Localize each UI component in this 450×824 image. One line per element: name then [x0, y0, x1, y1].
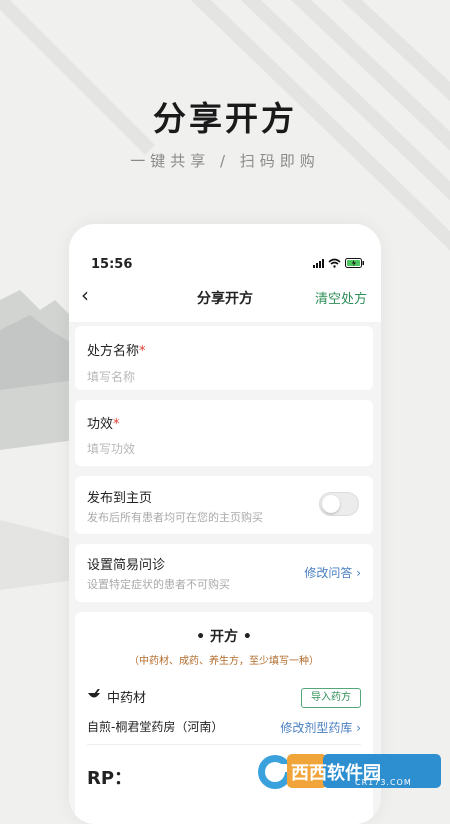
rp-label: RP： — [87, 768, 133, 789]
chevron-right-icon: › — [356, 566, 361, 580]
status-time: 15:56 — [91, 257, 133, 272]
modify-consult-link[interactable]: 修改问答 › — [304, 564, 361, 581]
mortar-icon — [88, 689, 100, 698]
publish-card: 发布到主页 发布后所有患者均可在您的主页购买 — [75, 476, 373, 534]
divider — [87, 744, 361, 745]
promo-subtitle: 一键共享 / 扫码即购 — [130, 152, 320, 170]
effect-input[interactable]: 填写功效 — [87, 440, 135, 457]
prescription-name-label: 处方名称* — [87, 344, 146, 359]
consult-hint: 设置特定症状的患者不可购买 — [87, 578, 230, 591]
consult-card[interactable]: 设置简易问诊 设置特定症状的患者不可购买 修改问答 › — [75, 544, 373, 602]
prescription-note: （中药材、成药、养生方，至少填写一种） — [129, 656, 319, 667]
effect-card: 功效* 填写功效 — [75, 400, 373, 466]
wifi-icon — [328, 258, 341, 268]
prescription-name-input[interactable]: 填写名称 — [87, 368, 135, 385]
battery-charging-icon — [345, 258, 364, 268]
clear-prescription-button[interactable]: 清空处方 — [315, 288, 367, 307]
modify-dosage-link[interactable]: 修改剂型药库 › — [280, 719, 361, 736]
publish-toggle[interactable] — [319, 492, 359, 516]
publish-label: 发布到主页 — [87, 491, 153, 506]
chevron-right-icon: › — [356, 721, 361, 735]
prescription-name-card: 处方名称* 填写名称 — [75, 326, 373, 390]
signal-icon — [313, 258, 324, 268]
effect-label: 功效* — [87, 417, 120, 432]
consult-label: 设置简易问诊 — [87, 558, 166, 573]
required-mark: * — [139, 344, 146, 359]
nav-bar: ‹ 分享开方 清空处方 — [69, 272, 381, 322]
publish-hint: 发布后所有患者均可在您的主页购买 — [87, 511, 263, 524]
required-mark: * — [113, 417, 120, 432]
watermark-url: CR173.COM — [355, 778, 412, 787]
pharmacy-label: 自煎-桐君堂药房（河南） — [87, 720, 224, 734]
status-bar: 15:56 — [69, 224, 381, 272]
herb-label: 中药材 — [107, 691, 147, 706]
status-icons — [313, 258, 365, 268]
prescription-section-title: • 开方 • — [196, 629, 252, 645]
phone-frame: 15:56 ‹ 分享开方 清空处方 处方名称* 填写名称 功效* 填写功效 发布… — [69, 224, 381, 824]
toggle-knob — [322, 495, 340, 513]
import-prescription-button[interactable]: 导入药方 — [301, 688, 361, 708]
promo-title: 分享开方 — [153, 99, 297, 138]
watermark: 西西软件园 CR173.COM — [255, 746, 445, 796]
